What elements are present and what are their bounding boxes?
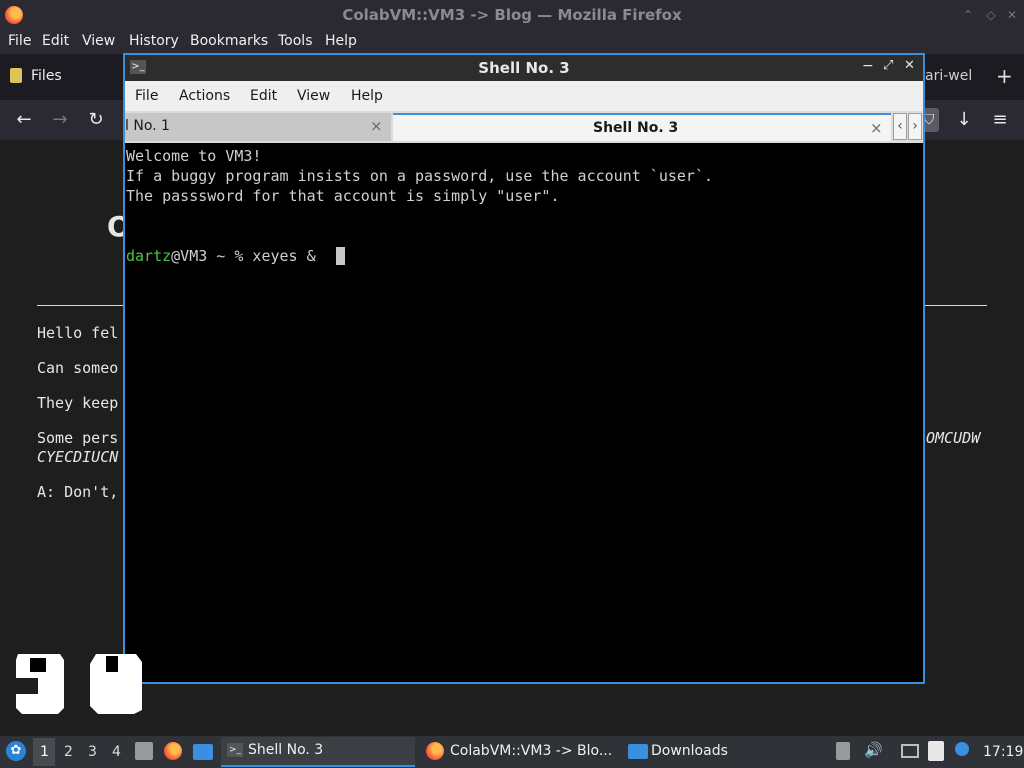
xeyes-left-eye[interactable]	[12, 650, 68, 716]
task-firefox[interactable]: ColabVM::VM3 -> Blo...	[420, 737, 620, 767]
menu-help[interactable]: Help	[325, 33, 357, 49]
page-line: Can someo	[37, 359, 119, 377]
file-manager-icon[interactable]	[135, 742, 153, 760]
new-tab-button[interactable]: +	[996, 64, 1013, 88]
firefox-task-icon	[426, 742, 444, 760]
page-line: A: Don't,	[37, 483, 119, 501]
firefox-menubar: File Edit View History Bookmarks Tools H…	[0, 30, 1024, 54]
updates-icon[interactable]	[955, 742, 969, 756]
terminal-titlebar[interactable]: Shell No. 3	[125, 55, 923, 81]
restore-icon[interactable]: ◇	[983, 7, 999, 23]
task-downloads[interactable]: Downloads	[622, 737, 822, 767]
terminal-line: If a buggy program insists on a password…	[126, 167, 713, 185]
folder-task-icon	[628, 744, 648, 759]
page-line: CYECDIUCN	[37, 448, 119, 466]
terminal-close-icon[interactable]: ✕	[904, 58, 915, 73]
desktop-icon[interactable]	[193, 744, 213, 760]
terminal-menu-view[interactable]: View	[297, 88, 330, 104]
terminal-maximize-icon[interactable]: ⤢	[883, 58, 893, 73]
network-icon[interactable]	[901, 744, 919, 758]
menu-edit[interactable]: Edit	[42, 33, 69, 49]
back-icon[interactable]: ←	[12, 108, 36, 132]
clipboard-icon[interactable]	[836, 742, 850, 760]
reload-icon[interactable]: ↻	[84, 108, 108, 132]
firefox-logo-icon	[5, 6, 23, 24]
xeyes-right-eye[interactable]	[86, 650, 146, 716]
task-shell[interactable]: >_ Shell No. 3	[221, 737, 415, 767]
page-line: Some pers	[37, 429, 119, 447]
clock[interactable]: 17:19	[983, 744, 1023, 760]
terminal-menubar: File Actions Edit View Help	[125, 81, 923, 111]
page-line: Hello fel	[37, 324, 119, 342]
tab-close-icon[interactable]: ×	[870, 119, 883, 137]
terminal-tab-1[interactable]: l No. 1 ×	[125, 113, 391, 141]
workspace-2[interactable]: 2	[64, 744, 73, 760]
menu-file[interactable]: File	[8, 33, 31, 49]
downloads-icon[interactable]: ↓	[952, 108, 976, 132]
terminal-task-icon: >_	[227, 743, 243, 757]
minimize-icon[interactable]: ⌃	[960, 7, 976, 23]
terminal-prompt: dartz@VM3 ~ % xeyes &	[126, 247, 316, 265]
menu-history[interactable]: History	[129, 33, 179, 49]
terminal-line: The passsword for that account is simply…	[126, 187, 560, 205]
terminal-title: Shell No. 3	[478, 59, 570, 77]
terminal-menu-edit[interactable]: Edit	[250, 88, 277, 104]
forward-icon[interactable]: →	[48, 108, 72, 132]
menu-tools[interactable]: Tools	[278, 33, 313, 49]
terminal-line: Welcome to VM3!	[126, 147, 262, 165]
terminal-tab-label: l No. 1	[125, 118, 170, 134]
prompt-command: @VM3 ~ % xeyes &	[171, 247, 316, 265]
tab-scroll-right-icon[interactable]: ›	[908, 113, 922, 140]
tab-fragment-label[interactable]: ari-wel	[925, 68, 972, 84]
notes-icon[interactable]	[928, 741, 944, 761]
terminal-output[interactable]	[125, 143, 922, 682]
firefox-launcher-icon[interactable]	[164, 742, 182, 760]
terminal-menu-file[interactable]: File	[135, 88, 158, 104]
volume-icon[interactable]: 🔊	[864, 741, 883, 759]
terminal-app-icon: >_	[130, 60, 146, 74]
menu-bookmarks[interactable]: Bookmarks	[190, 33, 268, 49]
firefox-titlebar: ColabVM::VM3 -> Blog — Mozilla Firefox	[0, 0, 1024, 30]
workspace-4[interactable]: 4	[112, 744, 121, 760]
terminal-menu-actions[interactable]: Actions	[179, 88, 230, 104]
terminal-cursor	[336, 247, 345, 265]
tab-close-icon[interactable]: ×	[370, 117, 383, 135]
close-icon[interactable]: ✕	[1004, 7, 1020, 23]
bookmark-files[interactable]: Files	[31, 68, 62, 84]
menu-view[interactable]: View	[82, 33, 115, 49]
task-label: Downloads	[651, 743, 728, 759]
terminal-tab-label: Shell No. 3	[593, 120, 679, 136]
page-right-fragment: OMCUDW	[926, 429, 981, 447]
prompt-user: dartz	[126, 247, 172, 265]
task-label: ColabVM::VM3 -> Blo...	[450, 743, 613, 759]
workspace-1[interactable]: 1	[40, 744, 49, 760]
window-title: ColabVM::VM3 -> Blog — Mozilla Firefox	[342, 6, 682, 24]
files-folder-icon	[10, 68, 22, 83]
terminal-tab-3[interactable]: Shell No. 3 ×	[393, 113, 891, 141]
start-menu-icon[interactable]: ✿	[6, 741, 26, 761]
terminal-minimize-icon[interactable]: −	[862, 58, 874, 74]
page-line: They keep	[37, 394, 119, 412]
task-label: Shell No. 3	[248, 742, 324, 758]
app-menu-icon[interactable]: ≡	[988, 108, 1012, 132]
workspace-3[interactable]: 3	[88, 744, 97, 760]
tab-scroll-left-icon[interactable]: ‹	[893, 113, 907, 140]
terminal-menu-help[interactable]: Help	[351, 88, 383, 104]
